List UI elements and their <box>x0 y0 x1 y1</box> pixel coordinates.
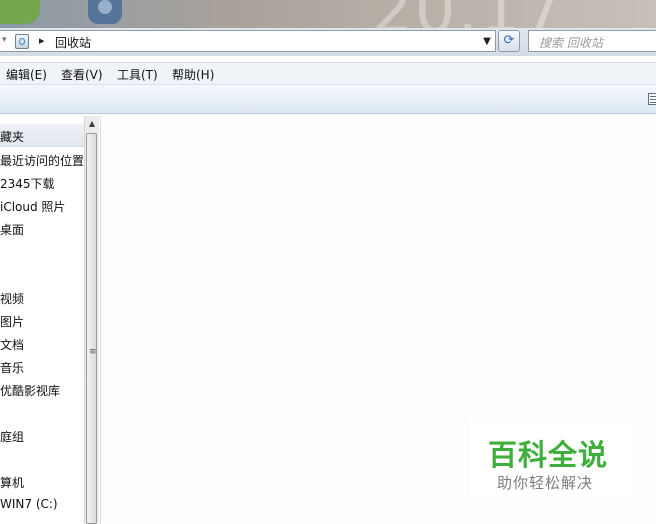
address-bar[interactable]: ▾ ▸ 回收站 ▼ <box>0 30 496 52</box>
brand-title: 百科全说 <box>488 438 609 472</box>
view-options-icon[interactable] <box>648 93 656 105</box>
breadcrumb-recycle-bin[interactable]: 回收站 <box>55 34 91 51</box>
menu-view[interactable]: 查看(V) <box>61 66 103 83</box>
nav-item-pictures[interactable]: 图片 <box>0 313 24 330</box>
brand-subtitle: 助你轻松解决 <box>497 474 594 492</box>
address-dropdown-arrow-icon[interactable]: ▼ <box>480 33 494 51</box>
scrollbar-thumb[interactable]: ≡ <box>86 133 97 524</box>
scrollbar-grip-icon: ≡ <box>89 347 97 357</box>
desktop-leaf-graphic <box>0 0 40 24</box>
scroll-up-icon[interactable]: ▲ <box>85 116 99 132</box>
navigation-pane: 藏夹 最近访问的位置 2345下载 iCloud 照片 桌面 视频 图片 文档 … <box>0 116 84 524</box>
nav-favorites-label: 藏夹 <box>0 130 25 144</box>
nav-item-youku-library[interactable]: 优酷影视库 <box>0 382 60 399</box>
nav-item-drive-c[interactable]: WIN7 (C:) <box>0 497 58 511</box>
search-placeholder: 搜索 回收站 <box>539 36 603 50</box>
nav-item-icloud-photos[interactable]: iCloud 照片 <box>0 198 65 215</box>
breadcrumb-chevron-icon[interactable]: ▸ <box>39 34 45 47</box>
recycle-bin-icon <box>15 34 29 49</box>
nav-favorites-header[interactable]: 藏夹 <box>0 124 84 147</box>
address-row: ▾ ▸ 回收站 ▼ ⟳ 搜索 回收站 <box>0 28 656 56</box>
nav-item-documents[interactable]: 文档 <box>0 336 24 353</box>
nav-item-videos[interactable]: 视频 <box>0 290 24 307</box>
nav-scrollbar[interactable]: ▲ ≡ <box>84 116 99 524</box>
nav-item-homegroup[interactable]: 庭组 <box>0 428 24 445</box>
refresh-icon: ⟳ <box>503 33 515 48</box>
menu-bar: 编辑(E) 查看(V) 工具(T) 帮助(H) <box>0 62 656 85</box>
nav-item-recent-places[interactable]: 最近访问的位置 <box>0 152 84 169</box>
nav-item-desktop[interactable]: 桌面 <box>0 221 24 238</box>
back-history-arrow-icon[interactable]: ▾ <box>2 35 7 45</box>
menu-help[interactable]: 帮助(H) <box>172 66 214 83</box>
desktop-clock-watermark: 20.17 <box>372 0 565 30</box>
nav-item-2345-downloads[interactable]: 2345下载 <box>0 175 55 192</box>
nav-item-music[interactable]: 音乐 <box>0 359 24 376</box>
menu-edit[interactable]: 编辑(E) <box>6 66 47 83</box>
window-title-glass: 20.17 <box>0 0 656 30</box>
menu-tools[interactable]: 工具(T) <box>117 66 158 83</box>
refresh-button[interactable]: ⟳ <box>498 30 520 52</box>
desktop-shield-emblem <box>98 0 112 14</box>
search-input[interactable]: 搜索 回收站 <box>528 30 656 52</box>
command-bar <box>0 84 656 114</box>
brand-watermark: 百科全说 助你轻松解决 <box>470 420 630 498</box>
nav-item-computer[interactable]: 算机 <box>0 474 24 491</box>
